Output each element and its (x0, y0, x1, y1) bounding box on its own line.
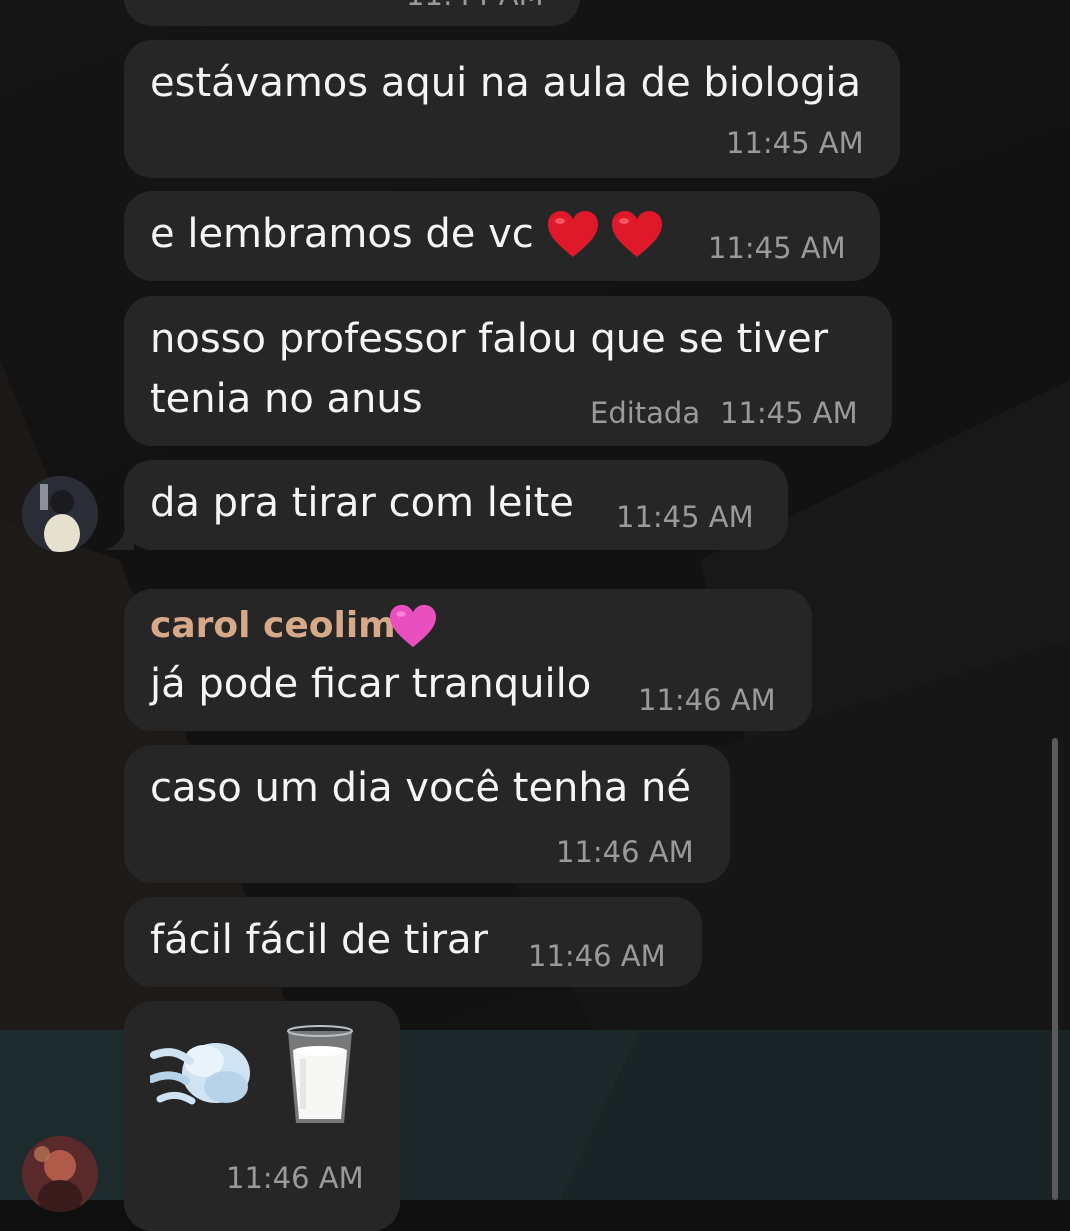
pink-heart-icon (390, 604, 436, 648)
red-heart-icon (612, 211, 662, 257)
message-time: 11:45 AM (616, 500, 754, 534)
message-list[interactable]: 11:44 AM estávamos aqui na aula de biolo… (0, 0, 1070, 1231)
glass-of-milk-icon (287, 1025, 353, 1123)
message-text-line: nosso professor falou que se tiver (150, 316, 829, 362)
sender-name[interactable]: carol ceolim (150, 605, 396, 646)
message-bubble[interactable]: estávamos aqui na aula de biologia 11:45… (124, 40, 900, 178)
message-time: 11:46 AM (528, 939, 666, 973)
message-bubble[interactable]: nosso professor falou que se tiver tenia… (124, 296, 892, 446)
edited-label: Editada (590, 396, 701, 430)
message-bubble-partial[interactable]: 11:44 AM (124, 0, 580, 26)
message-text: caso um dia você tenha né (150, 765, 691, 811)
avatar[interactable] (22, 476, 98, 552)
message-bubble[interactable]: da pra tirar com leite 11:45 AM (124, 460, 788, 550)
dashing-away-icon (150, 1043, 250, 1105)
message-text: já pode ficar tranquilo (150, 661, 592, 707)
message-time: 11:45 AM (726, 126, 864, 160)
message-bubble[interactable]: e lembramos de vc 11:45 AM (124, 191, 880, 281)
message-time: 11:44 AM (406, 0, 544, 12)
message-text: estávamos aqui na aula de biologia (150, 60, 861, 106)
message-time: 11:45 AM (720, 396, 858, 430)
red-heart-icon (548, 211, 598, 257)
message-time: 11:46 AM (638, 683, 776, 717)
scrollbar[interactable] (1052, 738, 1058, 1200)
message-time: 11:45 AM (708, 231, 846, 265)
message-text: e lembramos de vc (150, 211, 534, 257)
message-bubble[interactable]: carol ceolim já pode ficar tranquilo 11:… (124, 589, 812, 731)
message-bubble[interactable]: fácil fácil de tirar 11:46 AM (124, 897, 702, 987)
message-time: 11:46 AM (556, 835, 694, 869)
avatar[interactable] (22, 1136, 98, 1212)
message-bubble[interactable]: caso um dia você tenha né 11:46 AM (124, 745, 730, 883)
message-time: 11:46 AM (226, 1161, 364, 1195)
message-bubble[interactable]: 11:46 AM (124, 1001, 400, 1231)
message-text: da pra tirar com leite (150, 480, 574, 526)
message-text: fácil fácil de tirar (150, 917, 488, 963)
message-text-line: tenia no anus (150, 376, 423, 422)
